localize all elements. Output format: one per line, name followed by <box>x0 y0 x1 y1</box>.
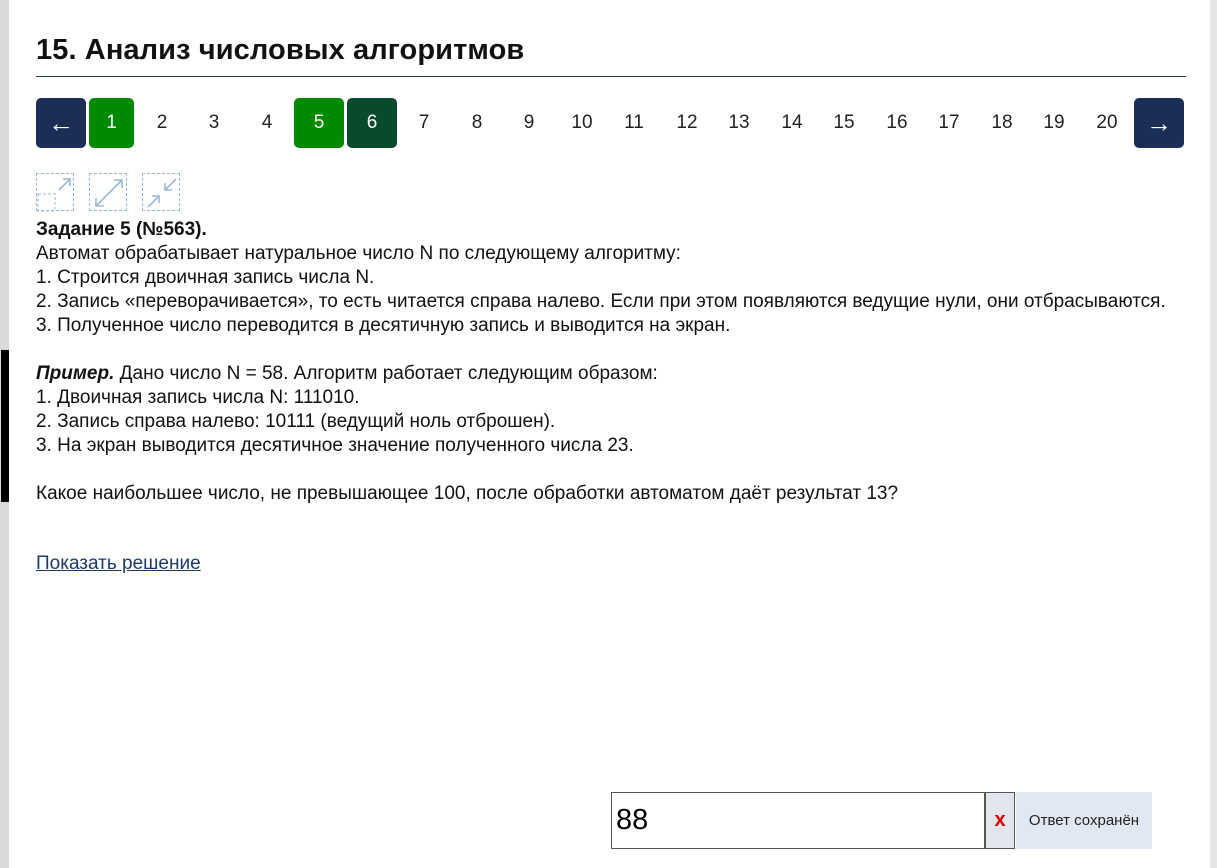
left-scroll-marker <box>1 350 9 502</box>
page-8-button[interactable]: 8 <box>456 98 498 148</box>
page-7-button[interactable]: 7 <box>403 98 445 148</box>
view-tools <box>36 173 186 213</box>
page-3-button[interactable]: 3 <box>193 98 235 148</box>
answer-input[interactable] <box>611 792 985 849</box>
page-2-button[interactable]: 2 <box>141 98 183 148</box>
page-6-button[interactable]: 6 <box>347 98 397 148</box>
page-9-button[interactable]: 9 <box>508 98 550 148</box>
page-5-button[interactable]: 5 <box>294 98 344 148</box>
collapse-icon[interactable] <box>142 173 180 211</box>
next-page-button[interactable]: → <box>1134 98 1184 148</box>
task-step-3: 3. Полученное число переводится в десяти… <box>36 315 731 336</box>
expand-icon[interactable] <box>36 173 74 212</box>
show-solution-link[interactable]: Показать решение <box>36 553 201 575</box>
title-divider <box>36 76 1186 77</box>
example-step-1: 1. Двоичная запись числа N: 111010. <box>36 387 360 408</box>
page-13-button[interactable]: 13 <box>718 98 760 148</box>
page-18-button[interactable]: 18 <box>981 98 1023 148</box>
task-intro: Автомат обрабатывает натуральное число N… <box>36 243 681 264</box>
page-19-button[interactable]: 19 <box>1033 98 1075 148</box>
page-16-button[interactable]: 16 <box>876 98 918 148</box>
answer-status: Ответ сохранён <box>1016 792 1152 849</box>
clear-answer-button[interactable]: x <box>985 792 1015 849</box>
task-step-2: 2. Запись «переворачивается», то есть чи… <box>36 291 1166 312</box>
example-step-3: 3. На экран выводится десятичное значени… <box>36 435 634 456</box>
task-question: Какое наибольшее число, не превышающее 1… <box>36 483 899 504</box>
page-10-button[interactable]: 10 <box>561 98 603 148</box>
task-step-1: 1. Строится двоичная запись числа N. <box>36 267 375 288</box>
example-label: Пример. <box>36 363 115 384</box>
task-title: Задание 5 (№563). <box>36 219 207 240</box>
main-page: 15. Анализ числовых алгоритмов ← 1 2 3 4… <box>9 0 1210 868</box>
page-12-button[interactable]: 12 <box>666 98 708 148</box>
right-border <box>1210 0 1217 868</box>
fullscreen-icon[interactable] <box>89 173 127 211</box>
page-1-button[interactable]: 1 <box>89 98 134 148</box>
task-pagination: ← 1 2 3 4 5 6 7 8 9 10 11 12 13 14 15 16… <box>36 98 1186 148</box>
task-content: Задание 5 (№563). Автомат обрабатывает н… <box>36 218 1173 506</box>
example-step-2: 2. Запись справа налево: 10111 (ведущий … <box>36 411 556 432</box>
page-17-button[interactable]: 17 <box>928 98 970 148</box>
prev-page-button[interactable]: ← <box>36 98 86 148</box>
page-14-button[interactable]: 14 <box>771 98 813 148</box>
example-heading: Пример. Дано число N = 58. Алгоритм рабо… <box>36 362 1173 386</box>
page-11-button[interactable]: 11 <box>613 98 655 148</box>
page-20-button[interactable]: 20 <box>1086 98 1128 148</box>
example-text: Дано число N = 58. Алгоритм работает сле… <box>114 363 658 384</box>
page-title: 15. Анализ числовых алгоритмов <box>36 34 525 66</box>
page-15-button[interactable]: 15 <box>823 98 865 148</box>
page-4-button[interactable]: 4 <box>246 98 288 148</box>
